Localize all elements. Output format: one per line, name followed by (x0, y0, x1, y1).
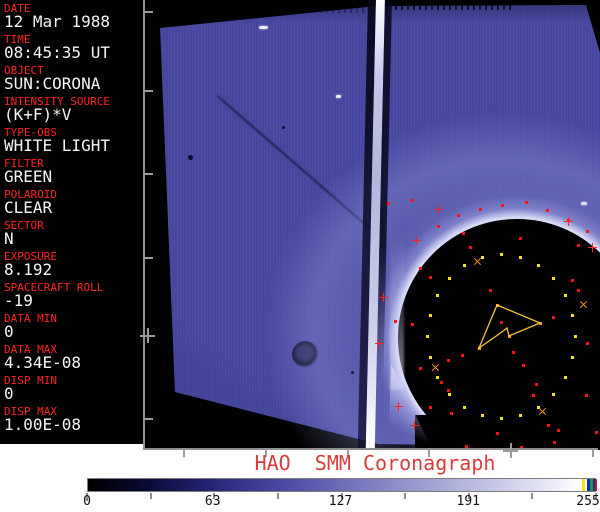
colorbar-tick-label: 63 (205, 495, 221, 508)
metadata-entry: DATA MIN0 (4, 313, 143, 340)
metadata-value: SUN:CORONA (4, 76, 143, 92)
metadata-entry: FILTERGREEN (4, 158, 143, 185)
metadata-entry: TYPE-OBSWHITE LIGHT (4, 127, 143, 154)
colorbar-tick-label: 127 (329, 495, 352, 508)
colorbar-tick-label: 0 (83, 495, 91, 508)
page-title: HAO SMM Coronagraph (0, 453, 600, 473)
annotation-polygon (479, 305, 540, 348)
annotation-overlay (143, 0, 600, 450)
metadata-value: 8.192 (4, 262, 143, 278)
metadata-label: SECTOR (4, 220, 143, 231)
axis-tick (144, 90, 153, 92)
axis-plus-mark (140, 328, 155, 343)
colorbar (87, 478, 596, 492)
metadata-value: (K+F)*V (4, 107, 143, 123)
axis-tick (144, 418, 153, 420)
metadata-value: 0 (4, 324, 143, 340)
colorbar-tick (150, 493, 152, 499)
metadata-value: -19 (4, 293, 143, 309)
reserved-color-stripe (595, 479, 597, 491)
smm-quicklook-viewer: DATE12 Mar 1988 TIME08:45:35 UT OBJECTSUN:… (0, 0, 600, 512)
metadata-value: CLEAR (4, 200, 143, 216)
axis-frame-left (143, 0, 145, 450)
colorbar-tick-label: 191 (457, 495, 480, 508)
metadata-value: 1.00E-08 (4, 417, 143, 433)
colorbar-tick (531, 493, 533, 499)
metadata-entry: TIME08:45:35 UT (4, 34, 143, 61)
metadata-entry: DISP MIN0 (4, 375, 143, 402)
metadata-entry: OBJECTSUN:CORONA (4, 65, 143, 92)
metadata-label: DATA MIN (4, 313, 143, 324)
metadata-entry: DATA MAX4.34E-08 (4, 344, 143, 371)
metadata-entry: POLAROIDCLEAR (4, 189, 143, 216)
colorbar-tick (404, 493, 406, 499)
metadata-entry: DISP MAX1.00E-08 (4, 406, 143, 433)
metadata-value: 4.34E-08 (4, 355, 143, 371)
metadata-label: DISP MIN (4, 375, 143, 386)
metadata-entry: SPACECRAFT ROLL-19 (4, 282, 143, 309)
colorbar-tick (277, 493, 279, 499)
axis-tick (144, 11, 153, 13)
axis-frame-bottom (143, 448, 598, 450)
metadata-value: N (4, 231, 143, 247)
metadata-entry: EXPOSURE8.192 (4, 251, 143, 278)
metadata-value: 08:45:35 UT (4, 45, 143, 61)
metadata-panel: DATE12 Mar 1988 TIME08:45:35 UT OBJECTSUN:… (0, 0, 143, 444)
colorbar-tick-label: 255 (576, 495, 599, 508)
metadata-entry: INTENSITY SOURCE(K+F)*V (4, 96, 143, 123)
metadata-value: WHITE LIGHT (4, 138, 143, 154)
metadata-value: 12 Mar 1988 (4, 14, 143, 30)
metadata-entry: DATE12 Mar 1988 (4, 3, 143, 30)
axis-tick (144, 257, 153, 259)
axis-tick (144, 173, 153, 175)
metadata-value: 0 (4, 386, 143, 402)
metadata-value: GREEN (4, 169, 143, 185)
metadata-entry: SECTORN (4, 220, 143, 247)
image-display (143, 0, 600, 450)
